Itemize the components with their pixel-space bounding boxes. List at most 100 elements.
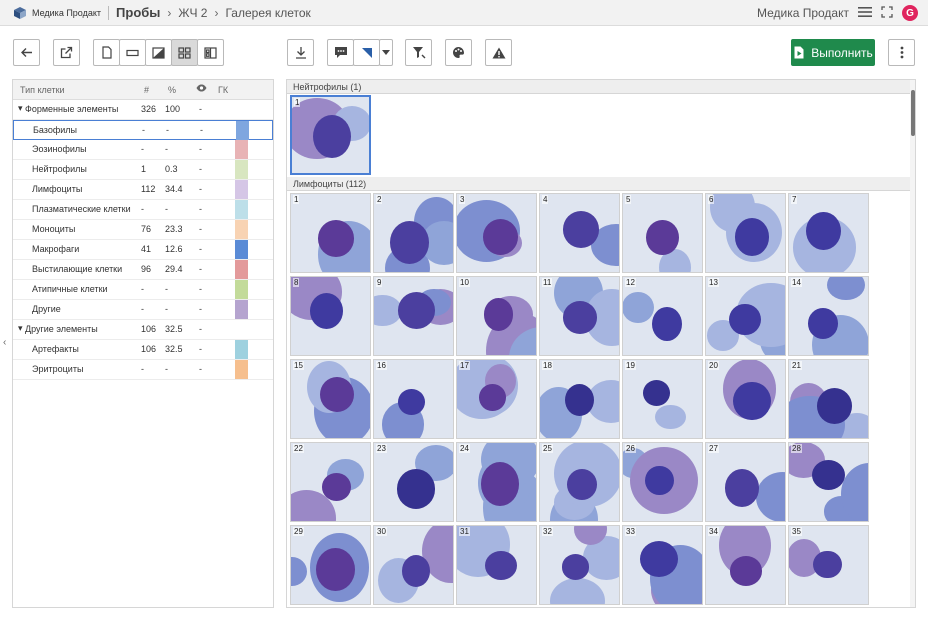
filter-button[interactable] [405, 39, 432, 66]
cell-thumbnail[interactable]: 13 [705, 276, 786, 356]
cell-thumbnail[interactable]: 19 [622, 359, 703, 439]
table-row[interactable]: Плазматические клетки - - - [13, 200, 273, 220]
cell-thumbnail[interactable]: 11 [539, 276, 620, 356]
marker-button[interactable] [353, 39, 380, 66]
warning-button[interactable] [485, 39, 512, 66]
table-row[interactable]: Лимфоциты 112 34.4 - [13, 180, 273, 200]
cell-thumbnail[interactable]: 24 [456, 442, 537, 522]
scrollbar[interactable] [910, 80, 915, 607]
breadcrumb-sample[interactable]: ЖЧ 2 [178, 6, 207, 20]
cell-thumbnail[interactable]: 15 [290, 359, 371, 439]
table-row[interactable]: Атипичные клетки - - - [13, 280, 273, 300]
cell-thumbnail[interactable]: 1 [290, 95, 371, 175]
cell-thumbnail[interactable]: 22 [290, 442, 371, 522]
table-row[interactable]: Моноциты 76 23.3 - [13, 220, 273, 240]
collapse-panel-icon[interactable]: ‹ [3, 337, 6, 348]
menu-icon[interactable] [858, 6, 872, 21]
cell-thumbnail[interactable]: 6 [705, 193, 786, 273]
table-row[interactable]: Макрофаги 41 12.6 - [13, 240, 273, 260]
cell-thumbnail[interactable]: 25 [539, 442, 620, 522]
table-row[interactable]: Эритроциты - - - [13, 360, 273, 380]
table-row[interactable]: Другие - - - [13, 300, 273, 320]
cell-thumbnail[interactable]: 35 [788, 525, 869, 605]
cell-thumbnail[interactable]: 7 [788, 193, 869, 273]
class-color-swatch[interactable] [235, 280, 248, 299]
cell-thumbnail[interactable]: 2 [373, 193, 454, 273]
table-group-row[interactable]: ▾ Форменные элементы 326 100 - [13, 100, 273, 120]
class-color-swatch[interactable] [235, 340, 248, 359]
table-row[interactable]: Эозинофилы - - - [13, 140, 273, 160]
back-button[interactable] [13, 39, 40, 66]
table-group-row[interactable]: ▾ Другие элементы 106 32.5 - [13, 320, 273, 340]
user-avatar[interactable]: G [902, 5, 918, 21]
class-color-swatch[interactable] [235, 140, 248, 159]
class-color-swatch[interactable] [235, 240, 248, 259]
cell-type-table: Тип клетки # % ГК ▾ Форменные элементы 326… [12, 79, 274, 608]
cell-number: 15 [293, 361, 304, 370]
cell-number: 17 [459, 361, 470, 370]
download-button[interactable] [287, 39, 314, 66]
cell-thumbnail[interactable]: 26 [622, 442, 703, 522]
cell-thumbnail[interactable]: 27 [705, 442, 786, 522]
class-color-swatch[interactable] [235, 360, 248, 379]
view-strip-button[interactable] [119, 39, 146, 66]
cell-thumbnail[interactable]: 5 [622, 193, 703, 273]
table-row[interactable]: Базофилы - - - [13, 120, 273, 140]
class-color-swatch[interactable] [235, 300, 248, 319]
header-hk[interactable]: ГК [218, 85, 228, 95]
palette-button[interactable] [445, 39, 472, 66]
view-grid-button[interactable] [171, 39, 198, 66]
marker-dropdown-button[interactable] [379, 39, 393, 66]
class-color-swatch[interactable] [235, 200, 248, 219]
class-color-swatch[interactable] [235, 260, 248, 279]
cell-thumbnail[interactable]: 1 [290, 193, 371, 273]
run-button[interactable]: Выполнить [791, 39, 875, 66]
nucleus-shape [645, 465, 674, 496]
class-color-swatch[interactable] [235, 160, 248, 179]
expand-caret-icon[interactable]: ▾ [18, 103, 23, 114]
group-header-lymphocytes[interactable]: Лимфоциты (112) [287, 177, 910, 191]
cell-thumbnail[interactable]: 3 [456, 193, 537, 273]
cell-thumbnail[interactable]: 23 [373, 442, 454, 522]
expand-caret-icon[interactable]: ▾ [18, 323, 23, 334]
row-percent: 32.5 [165, 324, 183, 334]
cell-thumbnail[interactable]: 34 [705, 525, 786, 605]
cell-thumbnail[interactable]: 16 [373, 359, 454, 439]
cell-thumbnail[interactable]: 21 [788, 359, 869, 439]
cell-thumbnail[interactable]: 14 [788, 276, 869, 356]
header-percent[interactable]: % [168, 85, 176, 95]
cell-thumbnail[interactable]: 10 [456, 276, 537, 356]
header-count[interactable]: # [144, 85, 149, 95]
cell-thumbnail[interactable]: 9 [373, 276, 454, 356]
cell-thumbnail[interactable]: 12 [622, 276, 703, 356]
scrollbar-thumb[interactable] [911, 90, 915, 136]
comments-button[interactable] [327, 39, 354, 66]
more-options-button[interactable] [888, 39, 915, 66]
cell-thumbnail[interactable]: 33 [622, 525, 703, 605]
open-external-button[interactable] [53, 39, 80, 66]
fullscreen-icon[interactable] [881, 5, 893, 21]
cell-thumbnail[interactable]: 8 [290, 276, 371, 356]
table-row[interactable]: Нейтрофилы 1 0.3 - [13, 160, 273, 180]
view-contrast-button[interactable] [145, 39, 172, 66]
cell-thumbnail[interactable]: 30 [373, 525, 454, 605]
user-name[interactable]: Медика Продакт [757, 6, 849, 20]
cell-thumbnail[interactable]: 32 [539, 525, 620, 605]
group-header-neutrophils[interactable]: Нейтрофилы (1) [287, 80, 910, 94]
class-color-swatch[interactable] [236, 121, 249, 140]
view-split-button[interactable] [197, 39, 224, 66]
cell-thumbnail[interactable]: 17 [456, 359, 537, 439]
cell-thumbnail[interactable]: 29 [290, 525, 371, 605]
cell-thumbnail[interactable]: 28 [788, 442, 869, 522]
cell-thumbnail[interactable]: 18 [539, 359, 620, 439]
view-page-button[interactable] [93, 39, 120, 66]
cell-thumbnail[interactable]: 31 [456, 525, 537, 605]
breadcrumb-probes[interactable]: Пробы [116, 5, 160, 20]
header-cell-type[interactable]: Тип клетки [20, 85, 65, 95]
cell-thumbnail[interactable]: 4 [539, 193, 620, 273]
table-row[interactable]: Артефакты 106 32.5 - [13, 340, 273, 360]
class-color-swatch[interactable] [235, 220, 248, 239]
class-color-swatch[interactable] [235, 180, 248, 199]
cell-thumbnail[interactable]: 20 [705, 359, 786, 439]
table-row[interactable]: Выстилающие клетки 96 29.4 - [13, 260, 273, 280]
